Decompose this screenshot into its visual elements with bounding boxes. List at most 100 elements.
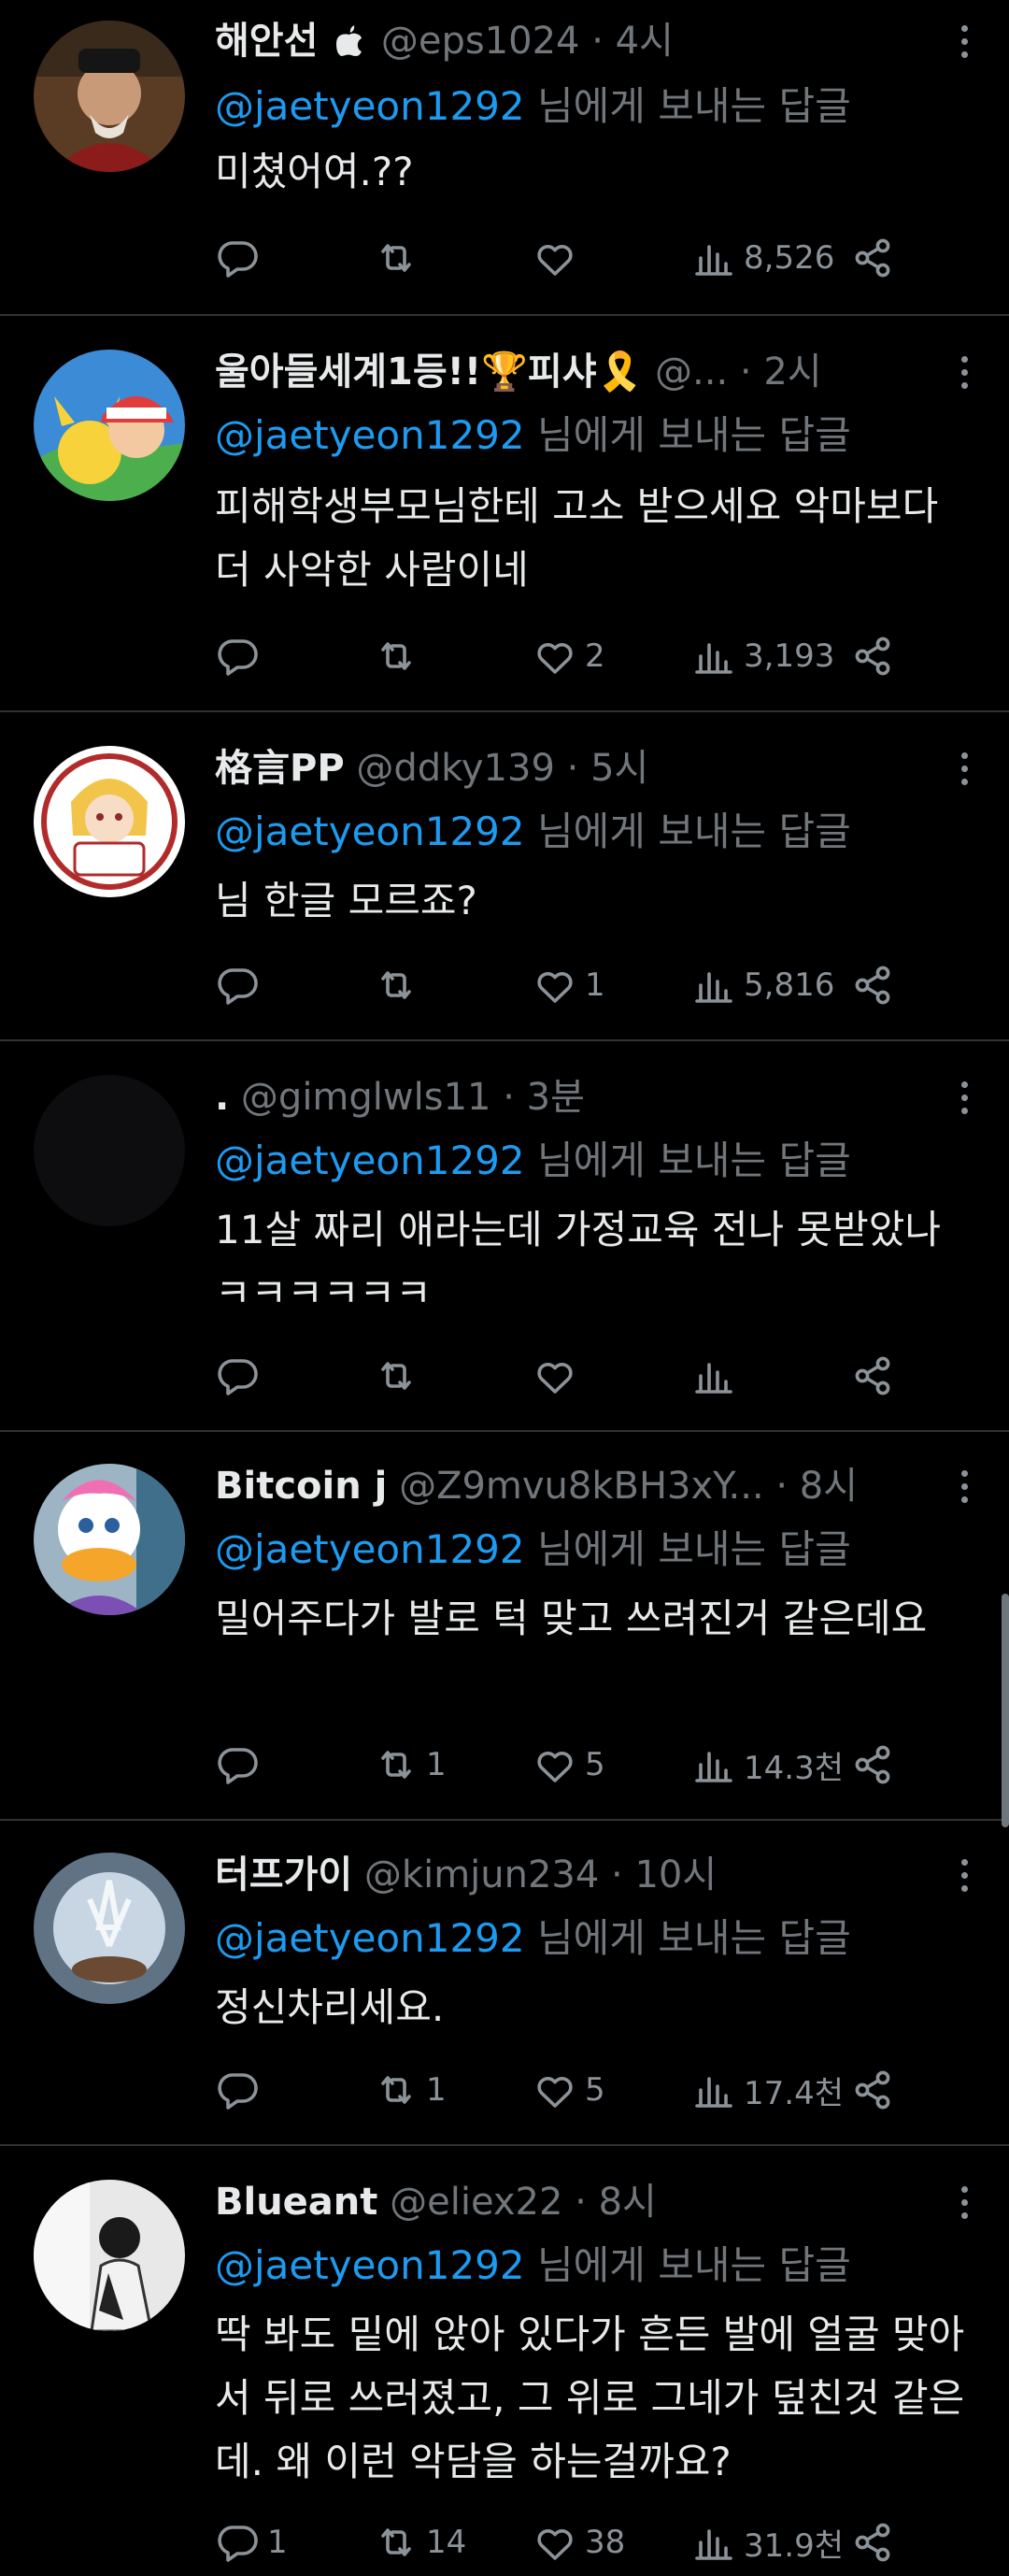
share-icon bbox=[855, 2523, 890, 2562]
reply-button[interactable] bbox=[215, 230, 267, 286]
display-name[interactable]: 터프가이 bbox=[215, 1853, 352, 1896]
reply-tweet[interactable]: Blueant @eliex22 · 8시 @jaetyeon1292 님에게 … bbox=[0, 2146, 1009, 2576]
share-icon bbox=[855, 1745, 890, 1784]
reply-button[interactable]: 1 bbox=[215, 2514, 288, 2570]
reply-icon bbox=[218, 1359, 258, 1395]
like-button[interactable] bbox=[533, 1348, 585, 1404]
retweet-button[interactable]: 1 bbox=[374, 2062, 447, 2118]
views-button[interactable]: 31.9천 bbox=[691, 2514, 844, 2570]
more-icon[interactable] bbox=[947, 742, 981, 794]
replying-to: @jaetyeon1292 님에게 보내는 답글 bbox=[215, 1138, 851, 1183]
reply-tweet[interactable]: Bitcoin j @Z9mvu8kBH3xY... · 8시 @jaetyeo… bbox=[0, 1432, 1009, 1821]
display-name[interactable]: . bbox=[215, 1076, 229, 1119]
like-button[interactable]: 5 bbox=[533, 2062, 605, 2118]
mention-link[interactable]: @jaetyeon1292 bbox=[215, 412, 525, 458]
avatar[interactable] bbox=[34, 2180, 185, 2331]
reply-tweet[interactable]: 터프가이 @kimjun234 · 10시 @jaetyeon1292 님에게 … bbox=[0, 1821, 1009, 2146]
share-button[interactable] bbox=[850, 1348, 895, 1404]
like-count: 38 bbox=[585, 2524, 626, 2561]
views-button[interactable]: 5,816 bbox=[691, 957, 834, 1013]
reply-tweet[interactable]: 格言PP @ddky139 · 5시 @jaetyeon1292 님에게 보내는… bbox=[0, 712, 1009, 1041]
action-bar: 1 14 38 31.9천 bbox=[215, 2514, 897, 2570]
timestamp[interactable]: 5시 bbox=[590, 747, 648, 790]
user-handle[interactable]: @Z9mvu8kBH3xY... bbox=[399, 1465, 764, 1508]
more-icon[interactable] bbox=[947, 1071, 981, 1123]
action-bar: 1 5,816 bbox=[215, 957, 897, 1013]
reply-icon bbox=[218, 1748, 258, 1784]
reply-button[interactable] bbox=[215, 1737, 267, 1793]
reply-tweet[interactable]: . @gimglwls11 · 3분 @jaetyeon1292 님에게 보내는… bbox=[0, 1041, 1009, 1432]
mention-link[interactable]: @jaetyeon1292 bbox=[215, 1526, 525, 1572]
share-button[interactable] bbox=[850, 628, 895, 684]
mention-link[interactable]: @jaetyeon1292 bbox=[215, 2242, 525, 2288]
avatar[interactable] bbox=[34, 746, 185, 897]
timestamp[interactable]: 2시 bbox=[763, 351, 821, 394]
like-count: 1 bbox=[585, 966, 605, 1004]
reply-button[interactable] bbox=[215, 2062, 267, 2118]
reply-icon bbox=[218, 241, 258, 278]
reply-button[interactable] bbox=[215, 628, 267, 684]
avatar[interactable] bbox=[34, 1075, 185, 1226]
views-button[interactable]: 8,526 bbox=[691, 230, 834, 286]
user-handle[interactable]: @kimjun234 bbox=[364, 1853, 599, 1896]
reply-tweet[interactable]: 울아들세계1등!!🏆피샤🎗️ @... · 2시 @jaetyeon1292 님… bbox=[0, 316, 1009, 712]
user-handle[interactable]: @eliex22 bbox=[390, 2181, 562, 2224]
user-handle[interactable]: @eps1024 bbox=[381, 20, 580, 63]
timestamp[interactable]: 10시 bbox=[634, 1853, 717, 1896]
display-name[interactable]: 해안선 bbox=[215, 20, 318, 63]
retweet-button[interactable] bbox=[374, 230, 426, 286]
more-icon[interactable] bbox=[947, 346, 981, 398]
share-button[interactable] bbox=[850, 2062, 895, 2118]
user-handle[interactable]: @ddky139 bbox=[356, 747, 555, 790]
like-button[interactable]: 5 bbox=[533, 1737, 605, 1793]
mention-link[interactable]: @jaetyeon1292 bbox=[215, 809, 525, 854]
retweet-button[interactable] bbox=[374, 628, 426, 684]
view-count: 8,526 bbox=[744, 239, 835, 277]
more-icon[interactable] bbox=[947, 1460, 981, 1512]
share-button[interactable] bbox=[850, 957, 895, 1013]
reply-tweet[interactable]: 해안선 @eps1024 · 4시 @jaetyeon1292 님에게 보내는 … bbox=[0, 0, 1009, 316]
scrollbar[interactable] bbox=[1002, 1594, 1009, 1827]
avatar[interactable] bbox=[34, 1853, 185, 2004]
retweet-button[interactable]: 1 bbox=[374, 1737, 447, 1793]
display-name[interactable]: 格言PP bbox=[215, 747, 345, 790]
share-button[interactable] bbox=[850, 2514, 895, 2570]
avatar[interactable] bbox=[34, 1464, 185, 1615]
more-icon[interactable] bbox=[947, 15, 981, 67]
views-button[interactable] bbox=[691, 1348, 744, 1404]
views-button[interactable]: 3,193 bbox=[691, 628, 834, 684]
mention-link[interactable]: @jaetyeon1292 bbox=[215, 1138, 525, 1183]
display-name[interactable]: Blueant bbox=[215, 2181, 377, 2224]
retweet-count: 1 bbox=[426, 1746, 447, 1783]
user-handle[interactable]: @gimglwls11 bbox=[241, 1076, 491, 1119]
reply-button[interactable] bbox=[215, 1348, 267, 1404]
timestamp[interactable]: 8시 bbox=[599, 2181, 657, 2224]
avatar[interactable] bbox=[34, 21, 185, 172]
share-button[interactable] bbox=[850, 230, 895, 286]
user-handle[interactable]: @... bbox=[655, 351, 728, 394]
avatar[interactable] bbox=[34, 350, 185, 501]
timestamp[interactable]: 4시 bbox=[616, 20, 674, 63]
timestamp[interactable]: 3분 bbox=[527, 1076, 585, 1119]
views-button[interactable]: 17.4천 bbox=[691, 2062, 844, 2118]
more-icon[interactable] bbox=[947, 1849, 981, 1901]
more-icon[interactable] bbox=[947, 2176, 981, 2228]
mention-link[interactable]: @jaetyeon1292 bbox=[215, 83, 525, 129]
views-button[interactable]: 14.3천 bbox=[691, 1737, 844, 1793]
like-button[interactable] bbox=[533, 230, 585, 286]
view-count: 5,816 bbox=[744, 966, 835, 1004]
mention-link[interactable]: @jaetyeon1292 bbox=[215, 1915, 525, 1961]
reply-button[interactable] bbox=[215, 957, 267, 1013]
display-name[interactable]: Bitcoin j bbox=[215, 1465, 387, 1508]
like-button[interactable]: 2 bbox=[533, 628, 605, 684]
like-button[interactable]: 1 bbox=[533, 957, 605, 1013]
retweet-icon bbox=[381, 642, 411, 670]
view-count: 31.9천 bbox=[744, 2526, 844, 2565]
retweet-button[interactable]: 14 bbox=[374, 2514, 466, 2570]
share-button[interactable] bbox=[850, 1737, 895, 1793]
retweet-button[interactable] bbox=[374, 957, 426, 1013]
like-button[interactable]: 38 bbox=[533, 2514, 625, 2570]
timestamp[interactable]: 8시 bbox=[800, 1465, 858, 1508]
display-name[interactable]: 울아들세계1등!!🏆피샤🎗️ bbox=[215, 351, 643, 394]
retweet-button[interactable] bbox=[374, 1348, 426, 1404]
